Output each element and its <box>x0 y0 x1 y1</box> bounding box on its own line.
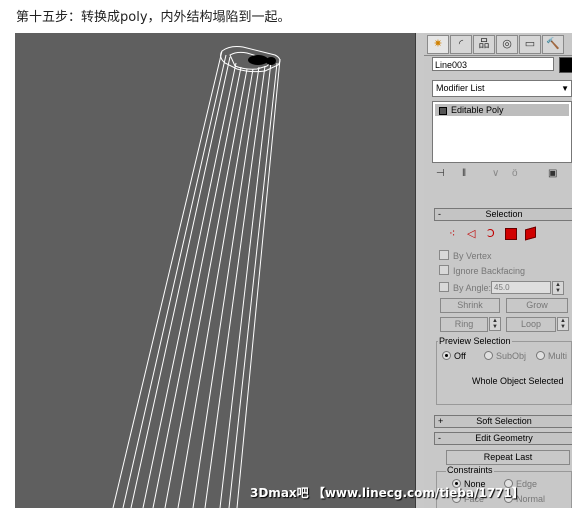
chevron-down-icon: ▼ <box>561 84 569 93</box>
by-vertex-label: By Vertex <box>453 251 492 261</box>
element-icon[interactable] <box>525 226 536 241</box>
stack-item-editable-poly[interactable]: Editable Poly <box>435 104 569 116</box>
checkbox-box <box>439 282 449 292</box>
preview-off-label: Off <box>454 351 466 361</box>
loop-button[interactable]: Loop <box>506 317 556 332</box>
display-tab-icon[interactable]: ▭ <box>519 35 541 54</box>
preview-multi-radio[interactable]: Multi <box>536 351 567 361</box>
step-caption: 第十五步：转换成poly，内外结构塌陷到一起。 <box>16 10 291 25</box>
subobject-icons: ⁖ ◁ Ↄ <box>449 226 559 243</box>
object-name-field[interactable]: Line003 <box>432 57 554 71</box>
utilities-tab-icon[interactable]: 🔨 <box>542 35 564 54</box>
angle-spinner[interactable]: ▲ ▼ <box>552 281 564 295</box>
perspective-viewport[interactable] <box>15 33 415 508</box>
radio-dot <box>484 351 493 360</box>
edge-icon[interactable]: ◁ <box>467 227 475 240</box>
wireframe-mesh <box>112 46 281 508</box>
ring-button[interactable]: Ring <box>440 317 488 332</box>
radio-dot <box>536 351 545 360</box>
modify-tab-icon[interactable]: ◜ <box>450 35 472 54</box>
constraints-label: Constraints <box>446 465 494 475</box>
rollout-title: Selection <box>485 209 523 219</box>
ignore-backfacing-checkbox[interactable]: Ignore Backfacing <box>439 265 525 276</box>
repeat-last-button[interactable]: Repeat Last <box>446 450 570 465</box>
stack-buttons: ⊣ ‖ ∨ ö ▣ <box>432 166 572 184</box>
command-panel-tabs: ✷ ◜ 品 ◎ ▭ 🔨 <box>424 33 572 56</box>
angle-value-field[interactable]: 45.0 <box>491 281 551 294</box>
expand-icon[interactable] <box>439 106 447 115</box>
show-end-result-icon[interactable]: ‖ <box>462 168 466 179</box>
make-unique-icon[interactable]: ∨ <box>492 168 499 179</box>
ignore-backfacing-label: Ignore Backfacing <box>453 266 526 276</box>
radio-dot <box>442 351 451 360</box>
shrink-button[interactable]: Shrink <box>440 298 500 313</box>
preview-selection-label: Preview Selection <box>438 336 512 346</box>
configure-sets-icon[interactable]: ▣ <box>548 168 557 179</box>
site-watermark: 3Dmax吧 【www.linecg.com/tieba/1771】 <box>250 486 524 500</box>
preview-off-radio[interactable]: Off <box>442 351 466 361</box>
by-angle-label: By Angle: <box>453 283 492 293</box>
selection-rollout-header[interactable]: - Selection <box>434 208 572 221</box>
expand-sign: + <box>438 416 444 426</box>
edit-geometry-rollout-header[interactable]: - Edit Geometry <box>434 432 572 445</box>
rollout-title: Soft Selection <box>476 416 532 426</box>
vertex-icon[interactable]: ⁖ <box>449 227 455 240</box>
ring-spinner[interactable]: ▲ ▼ <box>489 317 501 331</box>
stack-item-label: Editable Poly <box>451 105 504 115</box>
by-vertex-checkbox[interactable]: By Vertex <box>439 250 492 261</box>
grow-button[interactable]: Grow <box>506 298 568 313</box>
motion-tab-icon[interactable]: ◎ <box>496 35 518 54</box>
collapse-sign: - <box>438 209 441 219</box>
create-tab-icon[interactable]: ✷ <box>427 35 449 54</box>
selection-status-text: Whole Object Selected <box>472 376 564 386</box>
modifier-list-dropdown[interactable]: Modifier List ▼ <box>432 80 572 97</box>
remove-modifier-icon[interactable]: ö <box>512 168 518 179</box>
polygon-icon[interactable] <box>505 228 517 240</box>
modifier-stack: Editable Poly <box>432 101 572 163</box>
collapse-sign: - <box>438 433 441 443</box>
modifier-list-label: Modifier List <box>436 83 485 93</box>
loop-spinner[interactable]: ▲ ▼ <box>557 317 569 331</box>
checkbox-box <box>439 250 449 260</box>
by-angle-checkbox[interactable]: By Angle: <box>439 282 491 293</box>
preview-subobj-radio[interactable]: SubObj <box>484 351 526 361</box>
rollout-title: Edit Geometry <box>475 433 533 443</box>
border-icon[interactable]: Ↄ <box>487 227 495 240</box>
preview-subobj-label: SubObj <box>496 351 527 361</box>
3dsmax-screenshot: ✷ ◜ 品 ◎ ▭ 🔨 Line003 Modifier List ▼ Edit… <box>15 33 572 508</box>
object-color-swatch[interactable] <box>559 57 572 73</box>
hierarchy-tab-icon[interactable]: 品 <box>473 35 495 54</box>
soft-selection-rollout-header[interactable]: + Soft Selection <box>434 415 572 428</box>
pin-stack-icon[interactable]: ⊣ <box>436 168 445 179</box>
command-panel: ✷ ◜ 品 ◎ ▭ 🔨 Line003 Modifier List ▼ Edit… <box>424 33 572 508</box>
checkbox-box <box>439 265 449 275</box>
preview-multi-label: Multi <box>548 351 568 361</box>
